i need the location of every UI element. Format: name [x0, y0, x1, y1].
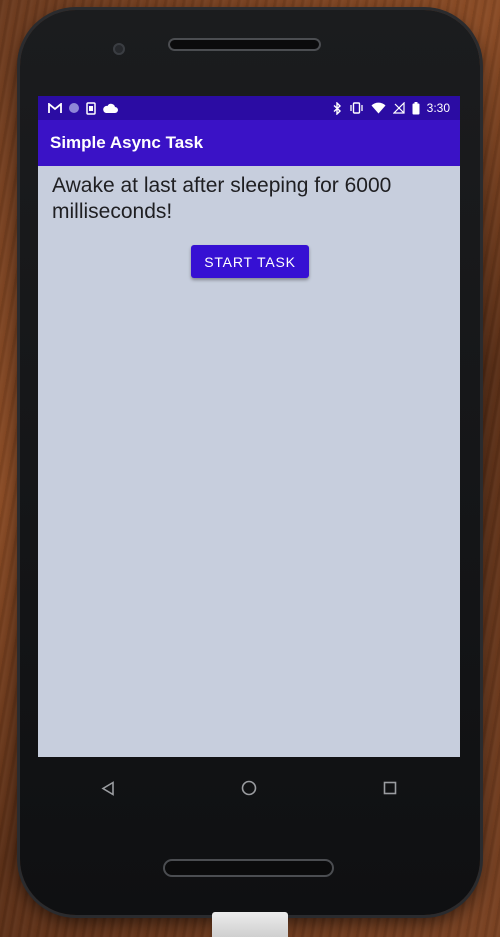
- status-time: 3:30: [426, 101, 450, 115]
- circle-notification-icon: [68, 102, 80, 114]
- recents-button[interactable]: [370, 768, 410, 808]
- main-content: Awake at last after sleeping for 6000 mi…: [38, 166, 460, 278]
- recents-icon: [383, 781, 397, 795]
- back-button[interactable]: [88, 768, 128, 808]
- sim-icon: [86, 101, 96, 115]
- signal-off-icon: [392, 102, 405, 114]
- start-task-button[interactable]: START TASK: [191, 245, 309, 278]
- vibrate-icon: [349, 102, 364, 114]
- phone-device: 3:30 Simple Async Task Awake at last aft…: [20, 10, 480, 915]
- app-bar: Simple Async Task: [38, 120, 460, 166]
- status-bar: 3:30: [38, 96, 460, 120]
- battery-icon: [412, 101, 420, 115]
- home-icon: [241, 780, 257, 796]
- gmail-icon: [48, 102, 62, 114]
- home-button[interactable]: [229, 768, 269, 808]
- status-message: Awake at last after sleeping for 6000 mi…: [52, 174, 392, 223]
- back-icon: [101, 780, 115, 796]
- phone-screen: 3:30 Simple Async Task Awake at last aft…: [38, 96, 460, 757]
- bluetooth-icon: [333, 101, 342, 115]
- front-camera: [113, 43, 125, 55]
- navigation-bar: [38, 757, 460, 819]
- top-speaker: [168, 38, 321, 51]
- wifi-icon: [371, 102, 386, 114]
- cloud-icon: [102, 103, 118, 114]
- app-title: Simple Async Task: [50, 133, 204, 152]
- bottom-speaker: [163, 859, 334, 877]
- usb-cable: [212, 912, 288, 937]
